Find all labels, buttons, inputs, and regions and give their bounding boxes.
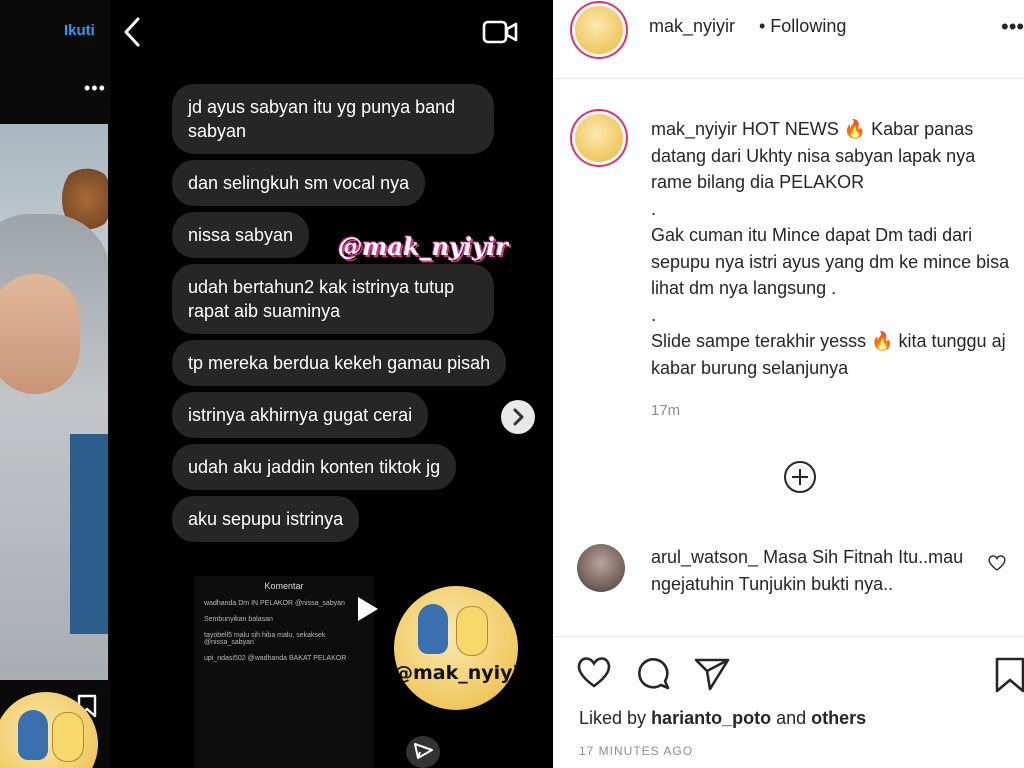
following-status[interactable]: • Following xyxy=(759,16,846,37)
send-icon[interactable] xyxy=(693,654,731,692)
comment-icon[interactable] xyxy=(635,654,673,692)
heart-icon[interactable] xyxy=(575,654,613,690)
message-bubble: aku sepupu istrinya xyxy=(172,496,360,542)
comment: arul_watson_ Masa Sih Fitnah Itu..mau ng… xyxy=(651,544,981,597)
comment-username[interactable]: arul_watson_ xyxy=(651,547,758,567)
face-figure xyxy=(0,274,80,394)
play-icon[interactable] xyxy=(352,594,382,624)
message-bubble: dan selingkuh sm vocal nya xyxy=(172,160,426,206)
logo-figure xyxy=(456,606,488,656)
more-options-icon[interactable]: ••• xyxy=(84,78,106,99)
likes-summary: Liked by harianto_poto and others xyxy=(579,708,866,729)
likes-prefix: Liked by xyxy=(579,708,647,728)
likes-others-link[interactable]: others xyxy=(811,708,866,728)
follow-button[interactable]: Ikuti xyxy=(64,22,95,39)
jacket-figure xyxy=(70,434,108,634)
send-icon xyxy=(414,743,433,759)
post-media: Ikuti ••• jd ayus sabyan itu yg punya ba… xyxy=(0,0,553,768)
header-username[interactable]: mak_nyiyir xyxy=(649,16,735,37)
logo-figure xyxy=(418,604,448,654)
chevron-right-icon xyxy=(513,408,524,426)
embedded-comment: Sembunyikan balasan xyxy=(204,616,273,623)
message-bubble: udah aku jaddin konten tiktok jg xyxy=(172,444,457,490)
bookmark-icon[interactable] xyxy=(993,656,1024,694)
likes-connector: and xyxy=(776,708,807,728)
logo-text: @mak_nyiyir xyxy=(394,662,518,684)
caption-username[interactable]: mak_nyiyir xyxy=(651,119,737,139)
more-options-icon[interactable]: ••• xyxy=(1001,14,1024,40)
avatar[interactable] xyxy=(577,544,625,592)
divider xyxy=(553,636,1024,637)
back-arrow-icon[interactable] xyxy=(120,16,142,48)
dm-screenshot: jd ayus sabyan itu yg punya band sabyan … xyxy=(110,0,553,768)
heart-icon[interactable] xyxy=(987,554,1007,572)
message-list: jd ayus sabyan itu yg punya band sabyan … xyxy=(172,84,552,548)
logo-figure xyxy=(52,712,84,762)
share-button[interactable] xyxy=(406,736,440,768)
avatar[interactable] xyxy=(575,114,623,162)
load-more-comments-icon[interactable] xyxy=(783,460,817,494)
message-bubble: istrinya akhirnya gugat cerai xyxy=(172,392,429,438)
caption-text: Slide sampe terakhir yesss 🔥 kita tunggu… xyxy=(651,331,1006,378)
caption-text: . xyxy=(651,304,657,325)
divider xyxy=(553,78,1024,79)
liker-username[interactable]: harianto_poto xyxy=(651,708,771,728)
next-slide-button[interactable] xyxy=(501,400,535,434)
avatar[interactable] xyxy=(575,6,623,54)
logo-figure xyxy=(18,710,48,760)
caption-text: Gak cuman itu Mince dapat Dm tadi dari s… xyxy=(651,225,1010,298)
background-photo xyxy=(0,124,108,680)
message-bubble: nissa sabyan xyxy=(172,212,310,258)
background-post: Ikuti ••• xyxy=(0,0,110,768)
embedded-comment: wadhanda Dm IN PELAKOR @nissa_sabyan xyxy=(204,600,345,607)
video-call-icon[interactable] xyxy=(482,18,518,46)
caption-timestamp: 17m xyxy=(651,402,681,419)
embedded-title: Komentar xyxy=(264,581,304,591)
embedded-comment: upi_ndasi502 @wadhanda BAKAT PELAKOR xyxy=(204,655,347,662)
watermark: @mak_nyiyir xyxy=(338,232,508,261)
brand-logo: @mak_nyiyir xyxy=(394,586,518,710)
embedded-comment: tayobell5 malu sih hiba malu, sekaksek @… xyxy=(204,632,326,646)
message-bubble: udah bertahun2 kak istrinya tutup rapat … xyxy=(172,264,494,334)
post-timestamp: 17 MINUTES AGO xyxy=(579,744,694,758)
caption-text: . xyxy=(651,198,657,219)
message-bubble: jd ayus sabyan itu yg punya band sabyan xyxy=(172,84,494,154)
caption: mak_nyiyir HOT NEWS 🔥 Kabar panas datang… xyxy=(651,116,1015,381)
embedded-comments-screenshot: Komentar wadhanda Dm IN PELAKOR @nissa_s… xyxy=(194,576,374,768)
post-panel: mak_nyiyir • Following ••• mak_nyiyir HO… xyxy=(553,0,1024,768)
message-bubble: tp mereka berdua kekeh gamau pisah xyxy=(172,340,507,386)
